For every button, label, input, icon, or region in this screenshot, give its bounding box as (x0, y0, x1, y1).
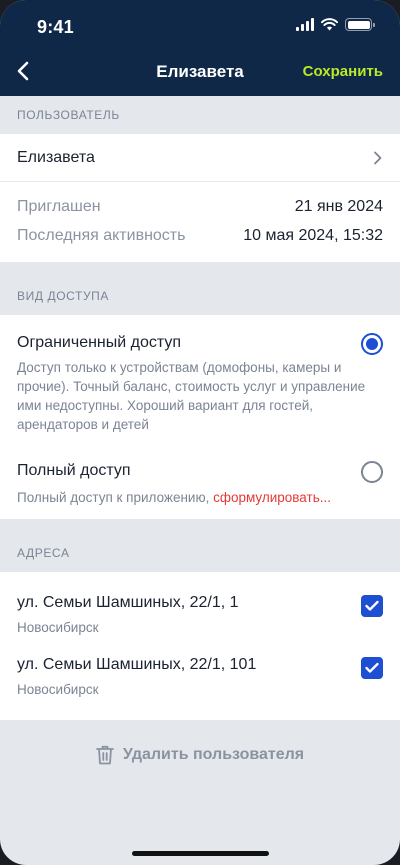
checkmark-icon (365, 662, 379, 673)
save-button[interactable]: Сохранить (303, 63, 383, 80)
status-icons (296, 18, 375, 31)
access-card: Ограниченный доступ Доступ только к устр… (0, 315, 400, 519)
checkmark-icon (365, 600, 379, 611)
battery-icon (345, 18, 375, 31)
access-option-limited-name: Ограниченный доступ (17, 334, 182, 351)
last-activity-row: Последняя активность 10 мая 2024, 15:32 (17, 221, 383, 250)
access-option-limited[interactable]: Ограниченный доступ Доступ только к устр… (17, 331, 383, 434)
delete-user-label: Удалить пользователя (122, 746, 305, 763)
user-section-title: ПОЛЬЗОВАТЕЛЬ (17, 108, 120, 122)
nav-bar: Елизавета Сохранить (0, 52, 400, 92)
status-bar: 9:41 (0, 0, 400, 52)
user-card: Елизавета Приглашен 21 янв 2024 Последня… (0, 134, 400, 262)
chevron-right-icon (374, 151, 382, 164)
last-activity-label: Последняя активность (17, 226, 186, 244)
trash-icon (95, 745, 114, 765)
address-street: ул. Семьи Шамшиных, 22/1, 1 (17, 594, 239, 611)
access-option-full-description: Полный доступ к приложению, сформулирова… (17, 488, 383, 507)
address-city: Новосибирск (17, 620, 99, 635)
address-checkbox[interactable] (361, 657, 383, 679)
invited-value: 21 янв 2024 (294, 197, 383, 215)
cellular-signal-icon (296, 18, 314, 31)
phone-screen: 9:41 Елизавета Сохранить ПОЛЬЗОВАТЕЛЬ Ел… (0, 0, 400, 865)
access-option-full-name: Полный доступ (17, 462, 131, 479)
user-info: Приглашен 21 янв 2024 Последняя активнос… (0, 182, 400, 262)
delete-user-button[interactable]: Удалить пользователя (0, 720, 400, 790)
wifi-icon (321, 18, 338, 31)
invited-label: Приглашен (17, 197, 101, 215)
radio-full-access[interactable] (361, 461, 383, 483)
address-item[interactable]: ул. Семьи Шамшиных, 22/1, 101 Новосибирс… (0, 648, 400, 710)
home-indicator (132, 851, 269, 856)
addresses-section-title: АДРЕСА (17, 546, 70, 560)
user-name: Елизавета (17, 148, 95, 166)
access-option-limited-description: Доступ только к устройствам (домофоны, к… (17, 360, 366, 432)
address-city: Новосибирск (17, 682, 99, 697)
last-activity-value: 10 мая 2024, 15:32 (243, 226, 383, 244)
status-time: 9:41 (37, 17, 74, 37)
access-section-title: ВИД ДОСТУПА (17, 289, 110, 303)
access-option-full-description-highlight: сформулировать... (213, 490, 331, 505)
addresses-card: ул. Семьи Шамшиных, 22/1, 1 Новосибирск … (0, 572, 400, 720)
access-option-full-description-text: Полный доступ к приложению, (17, 490, 214, 505)
address-street: ул. Семьи Шамшиных, 22/1, 101 (17, 656, 257, 673)
header: 9:41 Елизавета Сохранить (0, 0, 400, 96)
invited-row: Приглашен 21 янв 2024 (17, 192, 383, 221)
user-name-row[interactable]: Елизавета (0, 134, 400, 182)
address-checkbox[interactable] (361, 595, 383, 617)
radio-limited-access[interactable] (361, 333, 383, 355)
access-option-full[interactable]: Полный доступ Полный доступ к приложению… (17, 459, 383, 507)
address-item[interactable]: ул. Семьи Шамшиных, 22/1, 1 Новосибирск (0, 586, 400, 648)
